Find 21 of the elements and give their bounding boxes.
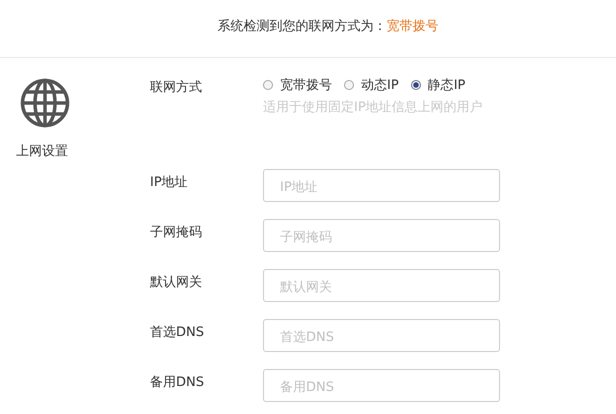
radio-button[interactable] bbox=[410, 80, 421, 90]
input-field[interactable]: 子网掩码 bbox=[263, 218, 500, 252]
sidebar-label: 上网设置 bbox=[16, 143, 69, 160]
input-field[interactable]: 备用DNS bbox=[263, 368, 500, 402]
radio-button[interactable] bbox=[263, 80, 273, 90]
radio-label[interactable]: 宽带拨号 bbox=[280, 76, 332, 94]
input-field[interactable]: 默认网关 bbox=[263, 268, 500, 302]
field-label: 联网方式 bbox=[150, 79, 203, 97]
field-label: 默认网关 bbox=[150, 274, 203, 291]
input-field[interactable]: 首选DNS bbox=[263, 318, 500, 352]
field-label: IP地址 bbox=[150, 174, 189, 191]
detection-text: 系统检测到您的联网方式为： bbox=[218, 18, 386, 34]
radio-label[interactable]: 静态IP bbox=[428, 76, 466, 94]
field-label: 子网掩码 bbox=[150, 224, 203, 241]
radio-label[interactable]: 动态IP bbox=[361, 76, 399, 94]
field-label: 首选DNS bbox=[150, 324, 205, 341]
radio-button[interactable] bbox=[344, 80, 354, 90]
field-label: 备用DNS bbox=[150, 374, 205, 391]
globe-icon bbox=[20, 78, 70, 128]
detected-mode: 宽带拨号 bbox=[386, 18, 438, 34]
input-field[interactable]: IP地址 bbox=[263, 168, 500, 202]
